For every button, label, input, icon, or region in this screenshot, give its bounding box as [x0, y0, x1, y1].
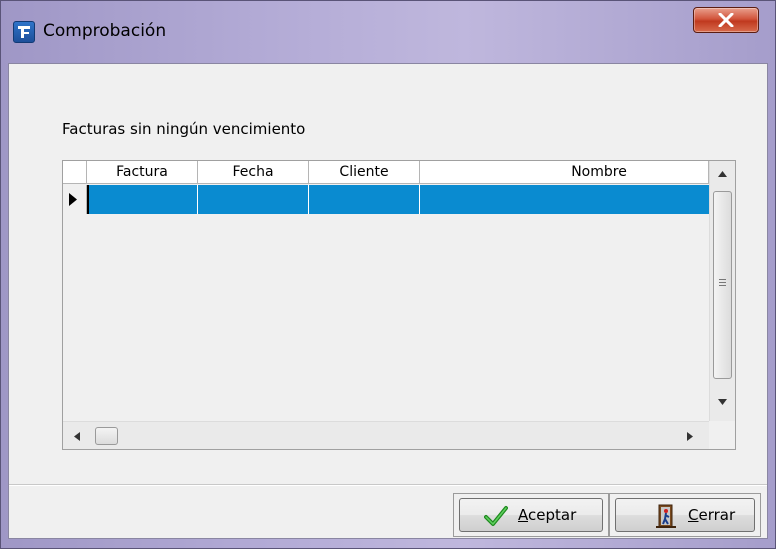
vertical-scroll-thumb[interactable] — [713, 191, 732, 379]
client-area: Facturas sin ningún vencimiento Factura … — [8, 63, 768, 539]
current-row-arrow-icon — [69, 193, 77, 206]
accept-button[interactable]: Aceptar — [459, 498, 603, 532]
scroll-left-icon[interactable] — [74, 432, 80, 441]
horizontal-scroll-thumb[interactable] — [95, 427, 118, 445]
horizontal-scrollbar[interactable] — [63, 421, 709, 449]
scroll-up-icon[interactable] — [718, 171, 727, 177]
app-f-icon[interactable] — [13, 21, 35, 43]
door-exit-icon — [656, 504, 676, 528]
green-checkmark-icon — [484, 506, 508, 526]
window-title: Comprobación — [43, 21, 167, 41]
column-header-factura[interactable]: Factura — [87, 161, 198, 184]
column-header-cliente[interactable]: Cliente — [309, 161, 420, 184]
column-header-nombre[interactable]: Nombre — [420, 161, 709, 184]
close-button-label: Cerrar — [688, 506, 736, 524]
grid-header: Factura Fecha Cliente Nombre — [63, 161, 709, 185]
scrollbar-corner — [709, 421, 735, 449]
close-x-icon — [718, 13, 734, 27]
vertical-scrollbar[interactable] — [709, 161, 735, 421]
bottom-separator — [9, 484, 767, 486]
cell-factura[interactable] — [87, 185, 198, 214]
section-label: Facturas sin ningún vencimiento — [62, 120, 306, 138]
invoices-grid[interactable]: Factura Fecha Cliente Nombre — [62, 160, 736, 450]
title-bar[interactable]: Comprobación — [1, 1, 775, 63]
close-button[interactable]: Cerrar — [615, 498, 755, 532]
cell-cliente[interactable] — [309, 185, 420, 214]
window-close-button[interactable] — [693, 7, 759, 33]
scroll-right-icon[interactable] — [687, 432, 693, 441]
column-header-fecha[interactable]: Fecha — [198, 161, 309, 184]
row-indicator-header — [63, 161, 87, 184]
cell-fecha[interactable] — [198, 185, 309, 214]
cell-nombre[interactable] — [420, 185, 709, 214]
dialog-window: Comprobación Facturas sin ningún vencimi… — [0, 0, 776, 549]
scroll-down-icon[interactable] — [718, 399, 727, 405]
accept-button-label: Aceptar — [518, 506, 577, 524]
row-indicator[interactable] — [63, 185, 87, 214]
